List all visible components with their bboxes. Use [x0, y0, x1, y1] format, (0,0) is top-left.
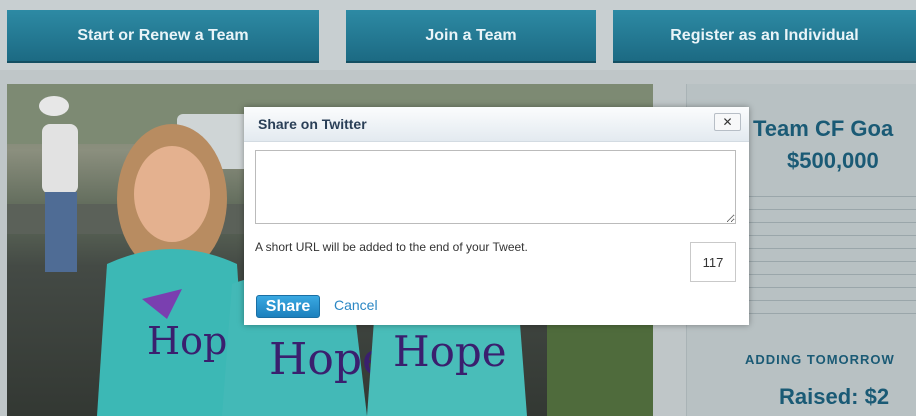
- top-nav-bar: Start or Renew a Team Join a Team Regist…: [0, 0, 916, 70]
- shirt-text-right: Hope: [393, 327, 507, 376]
- character-counter: 117: [690, 242, 736, 282]
- cancel-link[interactable]: Cancel: [334, 297, 378, 313]
- adding-tomorrow-label: ADDING TOMORROW: [745, 352, 895, 367]
- dialog-header: Share on Twitter ✕: [244, 107, 749, 142]
- start-renew-team-button[interactable]: Start or Renew a Team: [7, 10, 319, 63]
- close-icon[interactable]: ✕: [714, 113, 741, 131]
- team-goal-amount: $500,000: [787, 148, 879, 173]
- short-url-hint: A short URL will be added to the end of …: [255, 240, 528, 254]
- share-button[interactable]: Share: [256, 295, 320, 318]
- register-individual-button[interactable]: Register as an Individual: [613, 10, 916, 63]
- dialog-title: Share on Twitter: [258, 116, 367, 132]
- raised-amount: Raised: $2: [779, 384, 890, 409]
- share-twitter-dialog: Share on Twitter ✕ A short URL will be a…: [244, 107, 749, 325]
- join-team-button[interactable]: Join a Team: [346, 10, 596, 63]
- team-goal-title: Team CF Goa: [753, 116, 894, 141]
- tweet-textarea[interactable]: [255, 150, 736, 224]
